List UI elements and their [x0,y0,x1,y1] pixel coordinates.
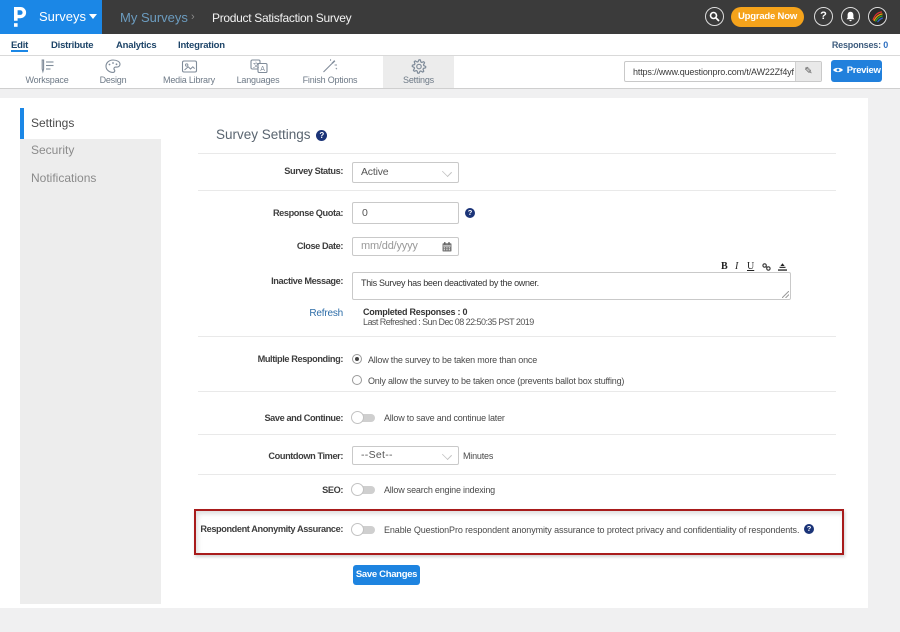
svg-text:A: A [260,66,265,73]
svg-text:文: 文 [253,60,260,69]
